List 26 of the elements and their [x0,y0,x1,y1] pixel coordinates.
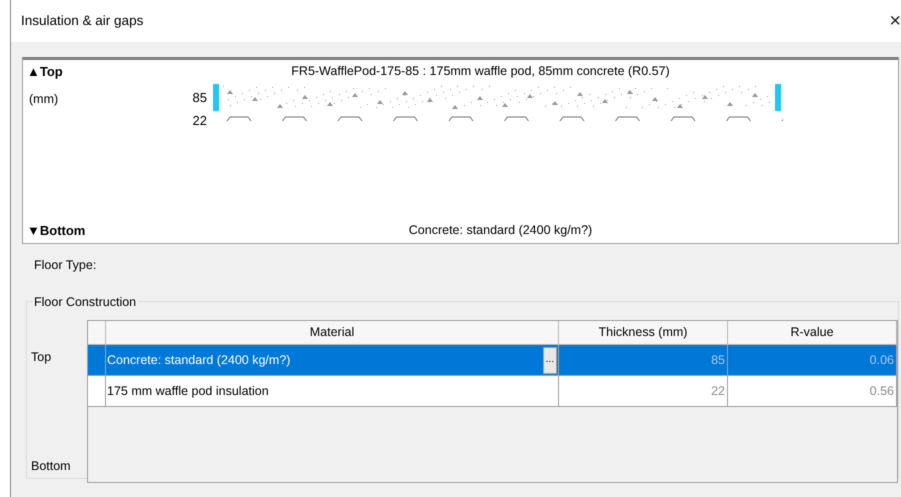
thickness-cell: 22 [559,376,728,407]
bottom-label: ▼Bottom [27,223,86,238]
unit-label: (mm) [29,92,58,106]
column-header[interactable]: Thickness (mm) [559,321,728,345]
close-button[interactable]: × [885,11,901,31]
material-text[interactable]: 175 mm waffle pod insulation [107,382,269,400]
thickness-label: 85 [192,88,208,106]
row-header[interactable] [88,345,106,376]
bottom-label: Bottom [31,458,72,476]
material-text[interactable]: Concrete: standard (2400 kg/m?) [107,350,290,370]
row-header[interactable] [88,376,106,407]
top-label: ▲Top [27,64,63,79]
material-cell[interactable]: Concrete: standard (2400 kg/m?) ... [106,345,559,376]
bottom-material-label: Concrete: standard (2400 kg/m?) [408,223,592,238]
window-title: Insulation & air gaps [21,12,144,30]
browse-button[interactable]: ... [542,346,557,374]
column-header[interactable]: Material [106,321,559,345]
r-value-cell: 0.56 [728,376,897,407]
material-cell[interactable]: 175 mm waffle pod insulation [106,376,559,407]
column-header[interactable]: R-value [728,321,897,345]
top-label: Top [31,349,52,366]
floor-type-label: Floor Type: [34,258,96,272]
construction-heading: FR5-WafflePod-175-85 : 175mm waffle pod, 85mm concrete (R0.57) [291,64,670,78]
thickness-cell: 85 [559,345,728,376]
r-value-cell: 0.06 [728,345,897,376]
thickness-label: 22 [192,112,208,130]
